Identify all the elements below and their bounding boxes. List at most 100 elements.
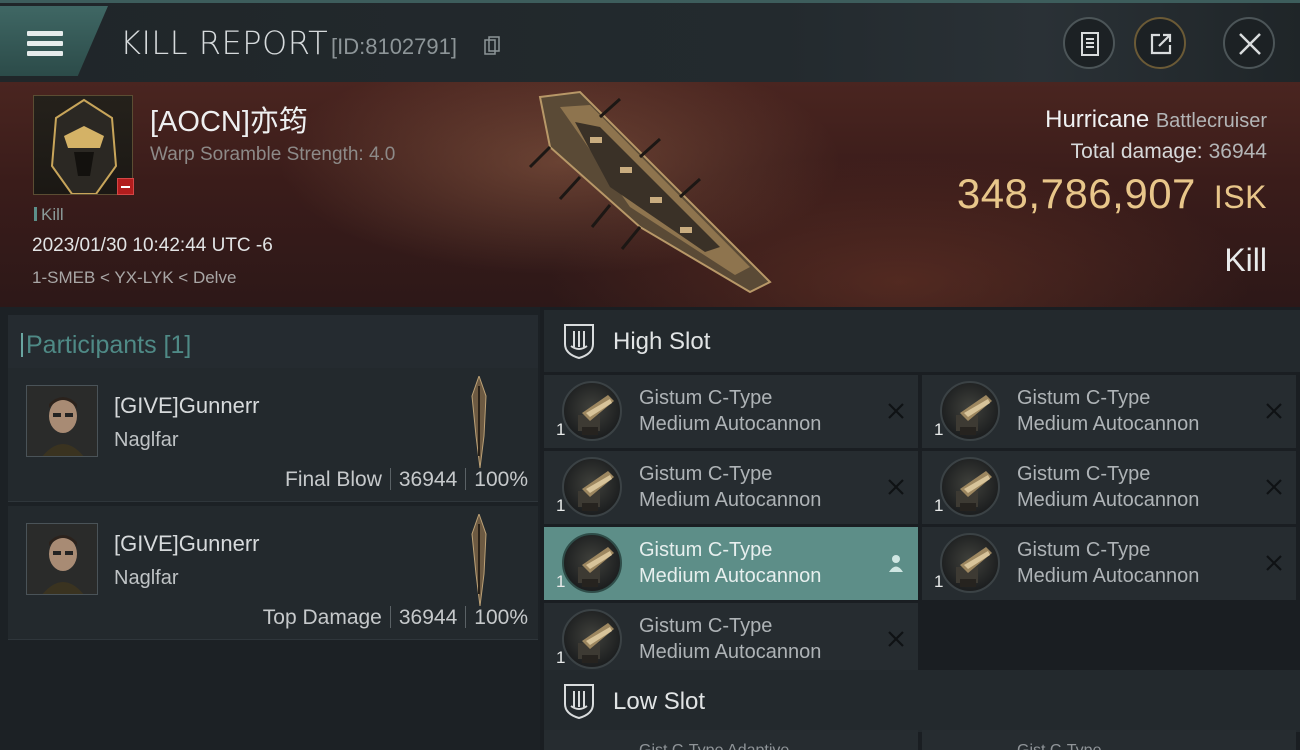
participant-role: Top Damage (262, 606, 382, 629)
autocannon-icon (562, 533, 622, 593)
destroyed-x-icon (1266, 479, 1282, 495)
total-damage: Total damage: 36944 (1071, 140, 1267, 164)
autocannon-icon (940, 533, 1000, 593)
participant-percent: 100% (474, 468, 528, 491)
module-quantity: 1 (934, 420, 944, 439)
high-slot-module[interactable]: 1 Gistum C-Type Medium Autocannon (922, 527, 1296, 600)
dropped-person-icon (889, 555, 903, 572)
low-slot-module[interactable]: Gist C-Type... (922, 730, 1296, 750)
module-name: Gistum C-Type (639, 463, 773, 485)
module-name: Gistum C-Type (639, 539, 773, 561)
isk-value: 348,786,907 ISK (957, 170, 1267, 218)
low-slot-shield-icon (564, 684, 594, 720)
high-slot-shield-icon (564, 324, 594, 360)
copy-icon[interactable] (484, 36, 500, 56)
participant-card[interactable]: [GIVE]Gunnerr Naglfar Top Damage 36944 100… (8, 506, 538, 640)
menu-button[interactable] (0, 6, 108, 76)
high-slot-module[interactable]: 1 Gistum C-Type Medium Autocannon (922, 375, 1296, 448)
high-slot-label: High Slot (613, 328, 711, 355)
destroyed-x-icon (888, 631, 904, 647)
module-quantity: 1 (556, 648, 566, 667)
pilot-portrait-icon (27, 524, 97, 594)
victim-name[interactable]: [AOCN]亦筠 (150, 98, 308, 140)
autocannon-icon (562, 609, 622, 669)
low-slot-module-name: Gist C-Type... (1017, 742, 1115, 750)
minus-badge-icon (117, 178, 134, 195)
isk-amount: 348,786,907 (956, 170, 1196, 217)
participant-portrait (26, 523, 98, 595)
module-type: Medium Autocannon (639, 641, 822, 663)
module-quantity: 1 (934, 496, 944, 515)
high-slot-header[interactable]: High Slot (544, 310, 1300, 372)
high-slot-module[interactable]: 1 Gistum C-Type Medium Autocannon (544, 451, 918, 524)
participant-role: Final Blow (285, 468, 382, 491)
participant-ship: Naglfar (114, 429, 179, 451)
high-slot-module[interactable]: 1 Gistum C-Type Medium Autocannon (922, 451, 1296, 524)
notes-icon (1081, 32, 1099, 56)
kill-id: [ID:8102791] (331, 34, 457, 59)
module-type: Medium Autocannon (1017, 489, 1200, 511)
ship-name: Hurricane (1045, 106, 1150, 133)
page-title: KILL REPORT (120, 24, 329, 62)
ship-name-line[interactable]: Hurricane Battlecruiser (1045, 106, 1267, 134)
low-slot-module[interactable]: Gist C-Type Adaptive (544, 730, 918, 750)
participant-stats: Final Blow 36944 100% (285, 468, 528, 492)
total-damage-value: 36944 (1208, 140, 1267, 163)
share-icon (1150, 33, 1172, 55)
module-type: Medium Autocannon (639, 565, 822, 587)
participant-stats: Top Damage 36944 100% (263, 606, 528, 630)
fitting-panel: High Slot 1 Gistum C-Type Medium Autocanno… (544, 307, 1300, 750)
participant-name: [GIVE]Gunnerr (114, 393, 260, 418)
kill-location[interactable]: 1-SMEB < YX-LYK < Delve (32, 268, 236, 288)
kill-datetime: 2023/01/30 10:42:44 UTC -6 (32, 235, 273, 256)
participant-percent: 100% (474, 606, 528, 629)
module-quantity: 1 (934, 572, 944, 591)
participants-panel: Participants [1] [GIVE]Gunnerr Naglfar F… (0, 307, 540, 750)
high-slot-module[interactable]: 1 Gistum C-Type Medium Autocannon (544, 375, 918, 448)
naglfar-ship-icon (471, 376, 487, 468)
autocannon-icon (562, 457, 622, 517)
low-slot-label: Low Slot (613, 688, 706, 715)
notes-button[interactable] (1063, 17, 1115, 69)
destroyed-x-icon (1266, 555, 1282, 571)
destroyed-x-icon (1266, 403, 1282, 419)
module-type: Medium Autocannon (1017, 565, 1200, 587)
ship-class: Battlecruiser (1155, 110, 1267, 132)
pilot-portrait-icon (27, 386, 97, 456)
destroyed-x-icon (888, 479, 904, 495)
module-type: Medium Autocannon (639, 413, 822, 435)
low-slot-module-name: Gist C-Type Adaptive (639, 742, 789, 750)
victim-subtitle: Warp Soramble Strength: 4.0 (150, 144, 396, 165)
module-name: Gistum C-Type (1017, 387, 1151, 409)
title-bar: KILL REPORT [ID:8102791] (0, 0, 1300, 82)
participant-ship: Naglfar (114, 567, 179, 589)
participant-name: [GIVE]Gunnerr (114, 531, 260, 556)
module-name: Gistum C-Type (1017, 539, 1151, 561)
victim-ship-icon[interactable] (520, 87, 790, 297)
share-button[interactable] (1134, 17, 1186, 69)
module-quantity: 1 (556, 496, 566, 515)
kill-tag: Kill (34, 205, 64, 225)
participant-card[interactable]: [GIVE]Gunnerr Naglfar Final Blow 36944 100… (8, 368, 538, 502)
module-type: Medium Autocannon (639, 489, 822, 511)
close-button[interactable] (1223, 17, 1275, 69)
module-quantity: 1 (556, 420, 566, 439)
hamburger-menu-icon (27, 31, 63, 57)
low-slot-header[interactable]: Low Slot (544, 670, 1300, 732)
naglfar-ship-icon (471, 514, 487, 606)
high-slot-module[interactable]: 1 Gistum C-Type Medium Autocannon (544, 603, 918, 676)
module-name: Gistum C-Type (1017, 463, 1151, 485)
kill-banner: [AOCN]亦筠 Warp Soramble Strength: 4.0 Kil… (0, 82, 1300, 307)
high-slot-module[interactable]: 1 Gistum C-Type Medium Autocannon (544, 527, 918, 600)
autocannon-icon (940, 457, 1000, 517)
module-name: Gistum C-Type (639, 387, 773, 409)
participant-damage: 36944 (398, 606, 458, 629)
participant-portrait (26, 385, 98, 457)
autocannon-icon (562, 381, 622, 441)
module-type: Medium Autocannon (1017, 413, 1200, 435)
participants-header[interactable]: Participants [1] (8, 315, 538, 374)
close-icon (1239, 33, 1261, 55)
module-name: Gistum C-Type (639, 615, 773, 637)
participant-damage: 36944 (398, 468, 458, 491)
isk-unit: ISK (1213, 179, 1267, 215)
